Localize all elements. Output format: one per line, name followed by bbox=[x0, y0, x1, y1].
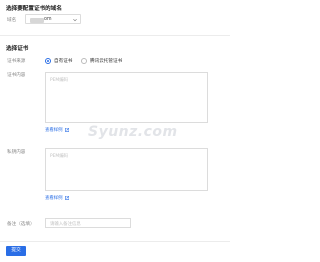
domain-label: 域名 bbox=[7, 18, 17, 23]
chevron-down-icon bbox=[73, 18, 77, 22]
radio-hosted-cert-label[interactable]: 腾讯云托管证书 bbox=[90, 58, 122, 64]
radio-own-cert[interactable] bbox=[45, 57, 51, 64]
private-key-label: 私钥内容 bbox=[7, 150, 26, 155]
view-sample-link-1-label: 查看样例 bbox=[45, 128, 63, 133]
remark-label: 备注（选填） bbox=[7, 222, 35, 227]
domain-select[interactable]: om bbox=[25, 14, 81, 24]
view-sample-link-2-label: 查看样例 bbox=[45, 196, 63, 201]
remark-input[interactable]: 请输入备注信息 bbox=[45, 218, 131, 228]
remark-placeholder: 请输入备注信息 bbox=[50, 222, 81, 227]
external-link-icon bbox=[65, 195, 69, 200]
view-sample-link-2[interactable]: 查看样例 bbox=[45, 195, 69, 201]
radio-hosted-cert[interactable] bbox=[81, 57, 87, 64]
domain-section-title: 选择要配置证书的域名 bbox=[6, 6, 62, 12]
cert-source-label: 证书来源 bbox=[7, 59, 26, 64]
submit-button[interactable]: 提交 bbox=[6, 246, 26, 256]
external-link-icon bbox=[65, 127, 69, 132]
view-sample-link-1[interactable]: 查看样例 bbox=[45, 127, 69, 133]
footer-divider bbox=[0, 241, 230, 242]
private-key-textarea[interactable]: PEM编码 bbox=[45, 148, 208, 191]
cert-content-placeholder: PEM编码 bbox=[50, 78, 68, 83]
domain-redacted-prefix bbox=[30, 17, 44, 23]
domain-select-value: om bbox=[44, 16, 52, 22]
radio-own-cert-label[interactable]: 自有证书 bbox=[54, 58, 72, 64]
watermark-text: Syunz.com bbox=[88, 124, 178, 140]
cert-content-textarea[interactable]: PEM编码 bbox=[45, 72, 208, 123]
cert-section-title: 选择证书 bbox=[6, 46, 29, 52]
private-key-placeholder: PEM编码 bbox=[50, 154, 68, 159]
cert-content-label: 证书内容 bbox=[7, 73, 26, 78]
section-divider bbox=[0, 35, 230, 36]
